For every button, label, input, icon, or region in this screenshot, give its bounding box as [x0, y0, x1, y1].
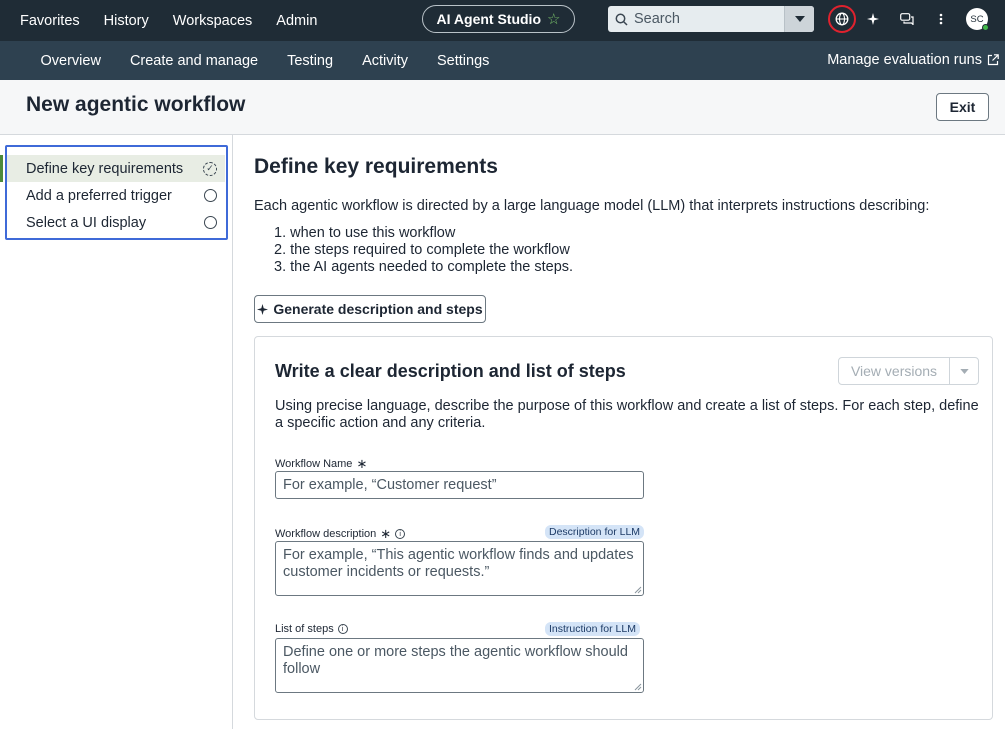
workflow-description-label: Workflow description ∗ i — [275, 526, 406, 542]
step-label: Select a UI display — [26, 214, 147, 231]
section-title: Define key requirements — [254, 155, 498, 178]
step-add-preferred-trigger[interactable]: Add a preferred trigger — [7, 182, 225, 209]
page-title: New agentic workflow — [26, 93, 246, 116]
resize-handle-icon[interactable] — [634, 586, 642, 594]
info-icon[interactable]: i — [337, 624, 348, 634]
step-label: Add a preferred trigger — [26, 187, 172, 204]
list-item: 3. the AI agents needed to complete the … — [274, 259, 574, 275]
sparkle-icon — [257, 303, 269, 315]
search-icon — [608, 13, 634, 26]
requirements-list: 1. when to use this workflow 2. the step… — [274, 225, 573, 276]
top-icons: SC — [828, 5, 989, 33]
star-icon[interactable]: ☆ — [547, 10, 560, 28]
list-item: 1. when to use this workflow — [274, 225, 456, 241]
workflow-name-placeholder: For example, “Customer request” — [283, 477, 497, 493]
tab-settings[interactable]: Settings — [422, 53, 503, 69]
tab-testing[interactable]: Testing — [273, 53, 348, 69]
avatar[interactable]: SC — [966, 8, 989, 31]
generate-description-button[interactable]: Generate description and steps — [254, 295, 486, 323]
view-versions-button[interactable]: View versions — [838, 357, 979, 385]
required-icon: ∗ — [380, 526, 392, 541]
check-circle-icon: ✓ — [203, 161, 217, 176]
sub-nav: Overview Create and manage Testing Activ… — [0, 53, 504, 69]
tab-create-and-manage[interactable]: Create and manage — [115, 53, 272, 69]
list-of-steps-placeholder: Define one or more steps the agentic wor… — [283, 644, 628, 677]
external-link-icon — [987, 54, 999, 66]
step-label: Define key requirements — [26, 160, 184, 177]
generate-button-label: Generate description and steps — [273, 301, 483, 317]
card-title: Write a clear description and list of st… — [275, 361, 626, 381]
chevron-down-icon — [794, 16, 805, 22]
workflow-description-placeholder: For example, “This agentic workflow find… — [283, 547, 634, 580]
workflow-name-label: Workflow Name ∗ — [275, 456, 368, 471]
instruction-for-llm-tag: Instruction for LLM — [545, 622, 640, 636]
step-select-ui-display[interactable]: Select a UI display — [7, 209, 225, 236]
description-card: Write a clear description and list of st… — [254, 336, 993, 720]
required-icon: ∗ — [356, 456, 368, 471]
global-search[interactable]: Search — [608, 6, 814, 32]
radio-empty-icon — [204, 189, 217, 202]
chevron-down-icon[interactable] — [950, 358, 978, 384]
list-of-steps-label: List of steps i — [275, 623, 348, 635]
exit-button[interactable]: Exit — [936, 93, 989, 121]
sub-nav-bar: Overview Create and manage Testing Activ… — [0, 41, 1005, 80]
top-bar: Favorites History Workspaces Admin AI Ag… — [0, 0, 1005, 41]
steps-highlight-box: Define key requirements ✓ Add a preferre… — [5, 145, 228, 240]
manage-link-label: Manage evaluation runs — [827, 52, 982, 68]
view-versions-label: View versions — [839, 358, 950, 384]
tab-overview[interactable]: Overview — [26, 53, 115, 69]
top-nav: Favorites History Workspaces Admin — [0, 13, 329, 29]
description-for-llm-tag: Description for LLM — [545, 525, 645, 539]
app-title: AI Agent Studio — [436, 11, 541, 27]
presence-status-icon — [982, 24, 989, 31]
intro-text: Each agentic workflow is directed by a l… — [254, 198, 930, 214]
info-icon[interactable]: i — [395, 529, 406, 539]
chat-icon[interactable] — [890, 5, 924, 33]
workflow-name-input[interactable]: For example, “Customer request” — [275, 471, 644, 499]
list-of-steps-textarea[interactable]: Define one or more steps the agentic wor… — [275, 638, 644, 693]
search-scope-dropdown[interactable] — [784, 6, 814, 32]
tab-activity[interactable]: Activity — [348, 53, 423, 69]
page-header: New agentic workflow Exit — [0, 80, 1005, 135]
steps-panel: Define key requirements ✓ Add a preferre… — [0, 135, 233, 729]
avatar-initials: SC — [970, 13, 984, 25]
workflow-description-textarea[interactable]: For example, “This agentic workflow find… — [275, 541, 644, 596]
radio-empty-icon — [204, 216, 217, 229]
more-vertical-icon[interactable] — [924, 5, 958, 33]
app-title-pill[interactable]: AI Agent Studio ☆ — [422, 5, 575, 33]
sparkle-icon[interactable] — [856, 5, 890, 33]
step-define-key-requirements[interactable]: Define key requirements ✓ — [7, 155, 225, 182]
search-input[interactable]: Search — [634, 11, 784, 27]
list-item: 2. the steps required to complete the wo… — [274, 242, 570, 258]
resize-handle-icon[interactable] — [634, 683, 642, 691]
nav-admin[interactable]: Admin — [264, 13, 329, 29]
globe-icon[interactable] — [828, 5, 856, 33]
nav-favorites[interactable]: Favorites — [8, 13, 92, 29]
nav-workspaces[interactable]: Workspaces — [161, 13, 265, 29]
active-step-indicator — [0, 155, 3, 182]
card-description: Using precise language, describe the pur… — [275, 398, 979, 431]
manage-evaluation-runs-link[interactable]: Manage evaluation runs — [827, 52, 999, 68]
nav-history[interactable]: History — [92, 13, 161, 29]
